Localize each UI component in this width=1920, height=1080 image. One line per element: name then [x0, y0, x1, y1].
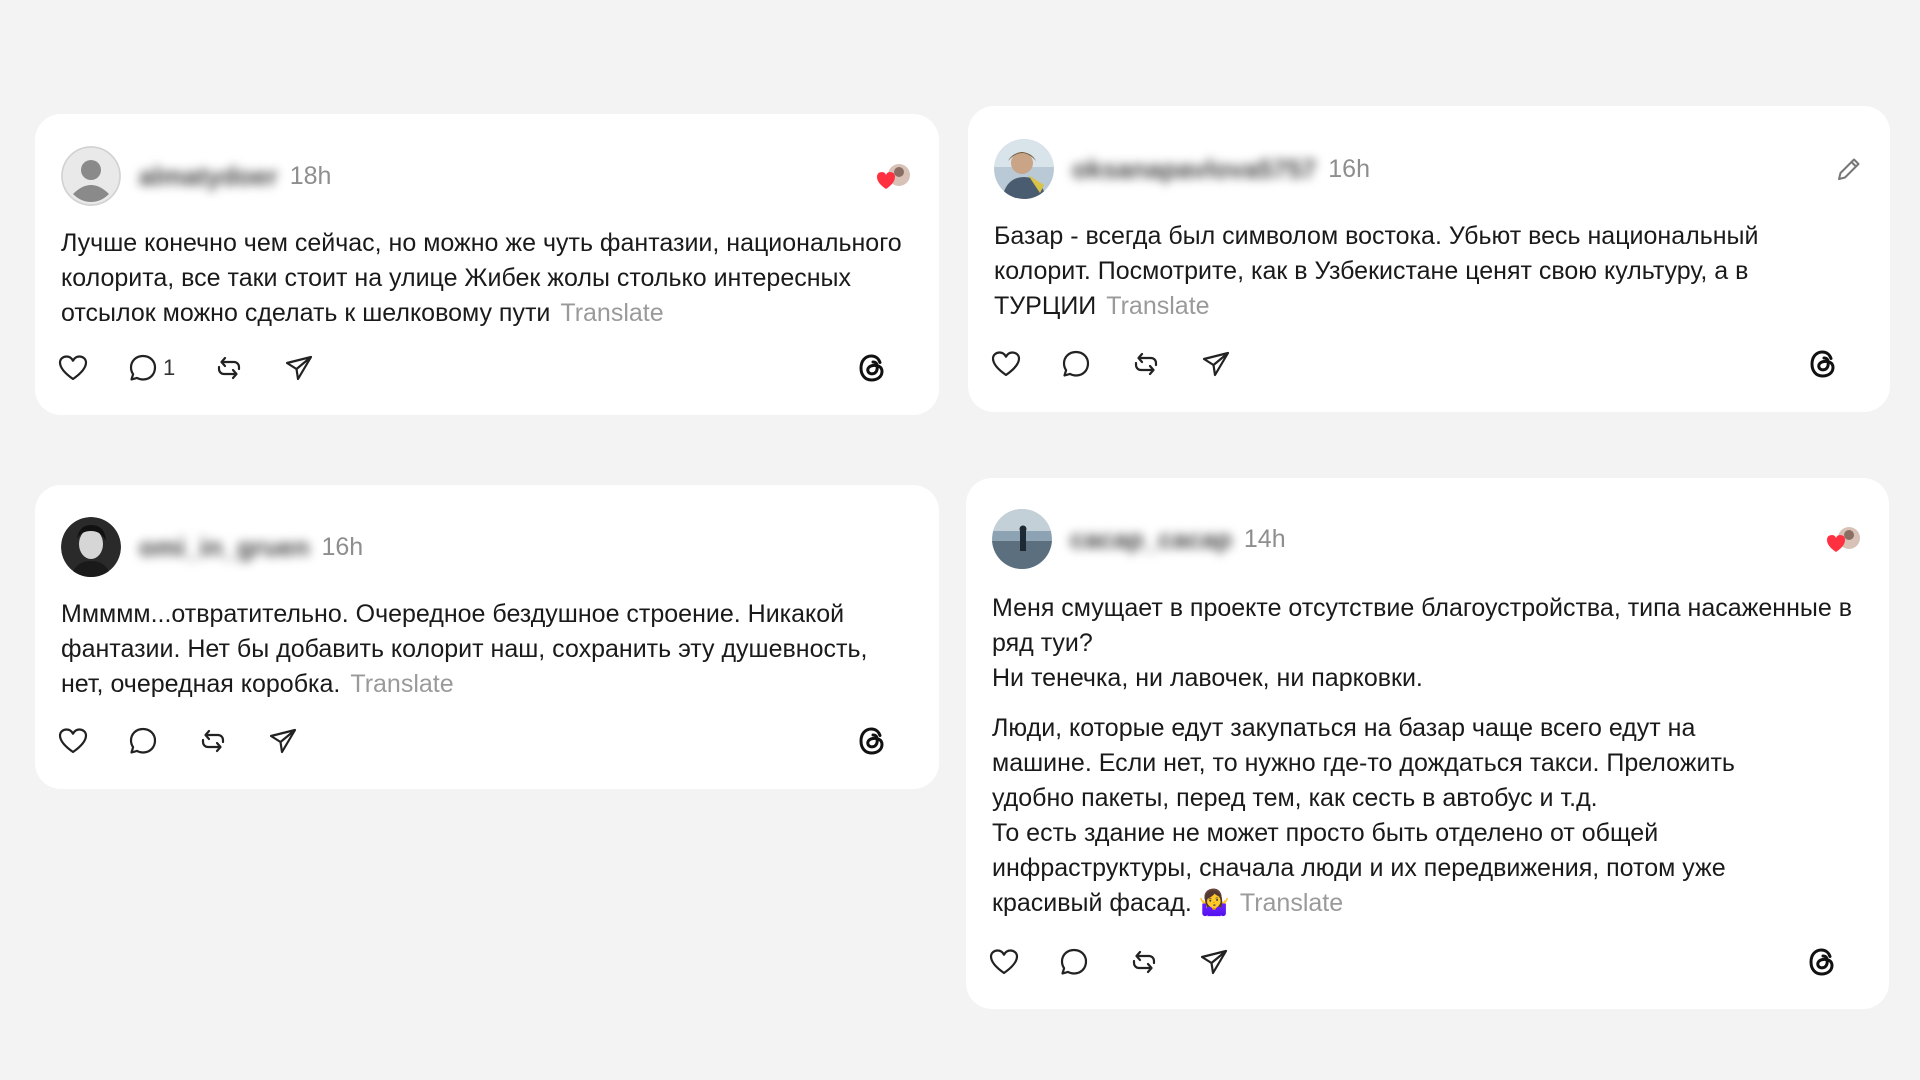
- post-card: oksanapavlova5757 16h Базар - всегда был…: [968, 106, 1890, 412]
- repost-button[interactable]: [1128, 942, 1160, 982]
- action-bar: [988, 942, 1867, 982]
- post-body: Ни тенечка, ни лавочек, ни парковки.: [992, 664, 1423, 692]
- translate-link[interactable]: Translate: [350, 670, 453, 698]
- post-body: Ммммм...отвратительно. Очередное бездушн…: [61, 600, 868, 698]
- threads-logo-icon[interactable]: [1804, 345, 1842, 383]
- avatar[interactable]: [992, 509, 1052, 569]
- avatar[interactable]: [61, 517, 121, 577]
- avatar[interactable]: [61, 146, 121, 206]
- post-header: almatydoer 18h: [61, 146, 913, 206]
- heart-icon: [989, 949, 1019, 975]
- post-body: Люди, которые едут закупаться на базар ч…: [992, 714, 1735, 812]
- reply-button[interactable]: [1060, 344, 1092, 384]
- post-body: То есть здание не может просто быть отде…: [992, 819, 1726, 917]
- translate-link[interactable]: Translate: [1106, 292, 1209, 320]
- username[interactable]: omi_in_gruen: [139, 532, 309, 563]
- share-button[interactable]: [267, 721, 299, 761]
- send-icon: [286, 355, 313, 381]
- username[interactable]: cacap_cacap: [1070, 524, 1232, 555]
- post-card: cacap_cacap 14h Меня смущает в проекте о…: [966, 478, 1889, 1009]
- send-icon: [269, 728, 297, 754]
- comment-icon: [1062, 350, 1090, 377]
- post-text: Базар - всегда был символом востока. Убь…: [994, 219, 1864, 324]
- like-button[interactable]: [990, 344, 1022, 384]
- post-time: 14h: [1243, 524, 1286, 553]
- repost-icon: [1132, 950, 1156, 974]
- threads-logo-icon[interactable]: [1803, 943, 1841, 981]
- comment-icon: [129, 354, 157, 381]
- post-time: 16h: [321, 532, 364, 561]
- post-header: omi_in_gruen 16h: [61, 517, 913, 577]
- action-bar: 1: [57, 348, 917, 388]
- liked-by-author-icon: [1823, 524, 1863, 554]
- repost-icon: [1134, 352, 1158, 376]
- liked-by-author-icon: [873, 161, 913, 191]
- share-button[interactable]: [1200, 344, 1232, 384]
- post-text: Меня смущает в проекте отсутствие благоу…: [992, 591, 1863, 921]
- post-card: almatydoer 18h Лучше конечно чем сейчас,…: [35, 114, 939, 415]
- repost-button[interactable]: [1130, 344, 1162, 384]
- post-body: Меня смущает в проекте отсутствие благоу…: [992, 594, 1852, 657]
- like-button[interactable]: [57, 721, 89, 761]
- reply-button[interactable]: [1058, 942, 1090, 982]
- share-button[interactable]: [1198, 942, 1230, 982]
- translate-link[interactable]: Translate: [1240, 889, 1343, 917]
- post-time: 16h: [1328, 154, 1370, 183]
- send-icon: [1202, 351, 1230, 377]
- like-button[interactable]: [988, 942, 1020, 982]
- heart-icon: [58, 355, 88, 381]
- post-header: oksanapavlova5757 16h: [994, 139, 1864, 199]
- reply-button[interactable]: 1: [127, 348, 175, 388]
- edit-icon[interactable]: [1834, 154, 1864, 184]
- repost-button[interactable]: [197, 721, 229, 761]
- send-icon: [1200, 949, 1228, 975]
- threads-logo-icon[interactable]: [853, 722, 891, 760]
- action-bar: [57, 721, 917, 761]
- post-time: 18h: [289, 161, 332, 190]
- comment-icon: [1060, 948, 1088, 975]
- post-card: omi_in_gruen 16h Ммммм...отвратительно. …: [35, 485, 939, 789]
- threads-logo-icon[interactable]: [853, 349, 891, 387]
- username[interactable]: oksanapavlova5757: [1072, 154, 1316, 185]
- reply-button[interactable]: [127, 721, 159, 761]
- repost-icon: [201, 729, 225, 753]
- username[interactable]: almatydoer: [139, 161, 278, 192]
- repost-icon: [218, 356, 241, 380]
- reply-count: 1: [163, 355, 176, 380]
- share-button[interactable]: [283, 348, 315, 388]
- heart-icon: [58, 728, 88, 754]
- heart-icon: [991, 351, 1021, 377]
- avatar[interactable]: [994, 139, 1054, 199]
- like-button[interactable]: [57, 348, 89, 388]
- comment-icon: [129, 727, 157, 754]
- repost-button[interactable]: [213, 348, 245, 388]
- translate-link[interactable]: Translate: [560, 299, 663, 327]
- post-text: Лучше конечно чем сейчас, но можно же чу…: [61, 226, 913, 331]
- action-bar: [990, 344, 1868, 384]
- post-header: cacap_cacap 14h: [992, 509, 1863, 569]
- post-text: Ммммм...отвратительно. Очередное бездушн…: [61, 597, 913, 702]
- post-body: Лучше конечно чем сейчас, но можно же чу…: [61, 229, 902, 327]
